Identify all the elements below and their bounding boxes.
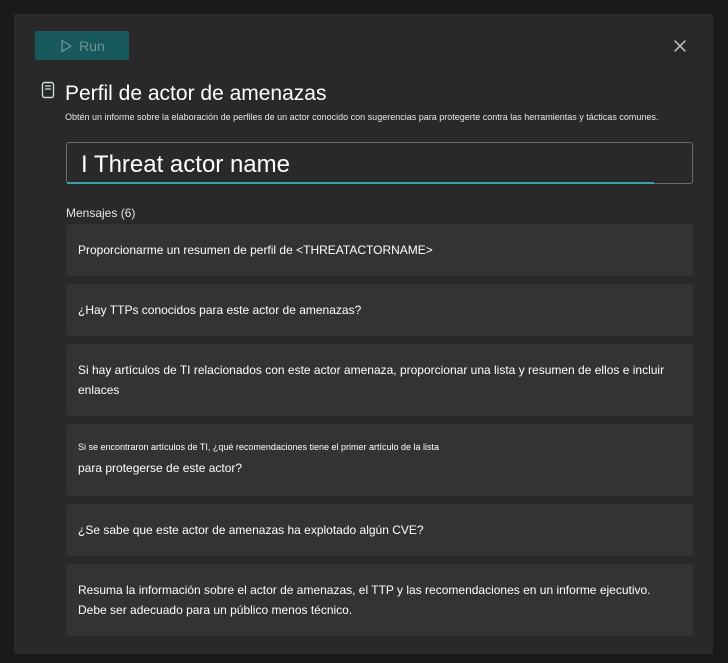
page-title: Perfil de actor de amenazas <box>65 82 327 105</box>
message-text-line: Si se encontraron artículos de TI, ¿qué … <box>78 442 440 452</box>
message-text: ¿Se sabe que este actor de amenazas ha e… <box>78 523 424 537</box>
message-card[interactable]: ¿Hay TTPs conocidos para este actor de a… <box>66 284 693 336</box>
message-text-line: Resuma la información sobre el actor de … <box>78 583 651 597</box>
message-text: Proporcionarme un resumen de perfil de <… <box>78 243 433 257</box>
run-button-label: Run <box>79 37 105 54</box>
message-text-line: Debe ser adecuado para un público menos … <box>78 603 353 617</box>
promptbook-icon <box>41 81 55 99</box>
message-card[interactable]: Resuma la información sobre el actor de … <box>66 564 693 636</box>
promptbook-dialog: Run Perfil de actor de amenazas Obtén un… <box>14 14 713 654</box>
play-icon <box>61 39 72 52</box>
run-button[interactable]: Run <box>35 31 129 60</box>
message-text: ¿Hay TTPs conocidos para este actor de a… <box>78 303 362 317</box>
message-text-line: para protegerse de este actor? <box>78 461 243 475</box>
threat-actor-name-input[interactable]: I Threat actor name <box>66 142 693 184</box>
message-card[interactable]: Si hay artículos de TI relacionados con … <box>66 344 693 416</box>
threat-actor-name-value: I Threat actor name <box>81 151 290 178</box>
message-card[interactable]: Si se encontraron artículos de TI, ¿qué … <box>66 424 693 496</box>
page-subtitle: Obtén un informe sobre la elaboración de… <box>65 112 659 122</box>
close-button[interactable] <box>672 38 688 54</box>
close-icon <box>674 40 686 52</box>
message-text-line: Si hay artículos de TI relacionados con … <box>78 363 665 377</box>
message-card[interactable]: Proporcionarme un resumen de perfil de <… <box>66 224 693 276</box>
messages-count-label: Mensajes (6) <box>66 206 136 220</box>
message-text-line: enlaces <box>78 383 120 397</box>
message-card[interactable]: ¿Se sabe que este actor de amenazas ha e… <box>66 504 693 556</box>
